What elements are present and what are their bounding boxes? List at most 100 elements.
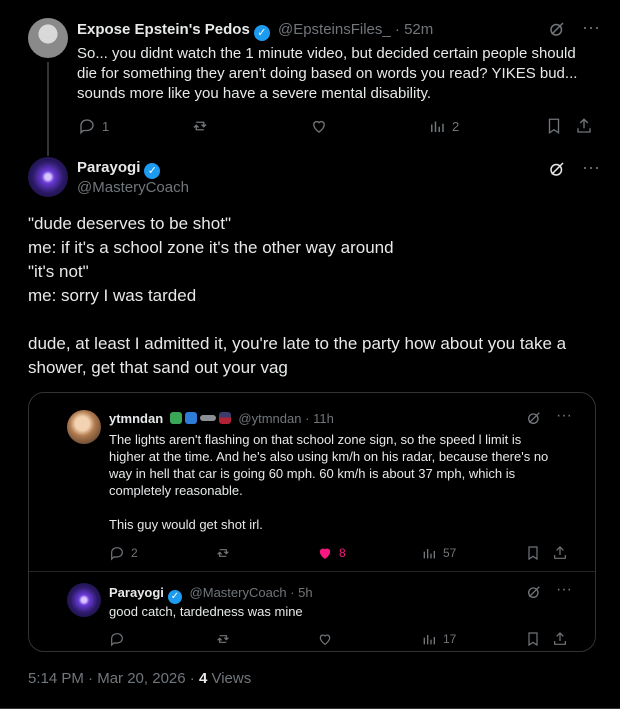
more-options-icon[interactable]: ··· [582, 158, 600, 183]
separator-dot: · [394, 21, 400, 38]
reply-button[interactable]: 1 [78, 117, 109, 135]
share-icon [577, 118, 591, 133]
avatar[interactable] [67, 583, 101, 617]
verified-badge-icon: ✓ [167, 590, 182, 604]
like-button[interactable] [317, 631, 333, 647]
views-label: Views [211, 670, 252, 687]
globe-emoji-icon [169, 412, 182, 424]
tweet-text-line: "dude deserves to be shot" [28, 214, 231, 233]
share-button[interactable] [552, 545, 568, 561]
tweet-header: Parayogi ✓ [77, 159, 161, 179]
handle[interactable]: @ytmndan [238, 411, 301, 426]
avatar[interactable] [67, 410, 101, 444]
tweet-text-line [28, 308, 603, 332]
reply-count: 1 [102, 118, 110, 134]
display-name[interactable]: ytmndan [109, 411, 163, 426]
post-date[interactable]: Mar 20, 2026 [97, 670, 185, 687]
thread-connector-line [47, 62, 49, 156]
tweet-text-line: sounds more like you have a severe menta… [77, 85, 432, 102]
share-button[interactable] [552, 631, 568, 647]
handle[interactable]: @MasteryCoach [77, 179, 189, 196]
views-count: 17 [443, 632, 457, 646]
gun-emoji-icon [199, 415, 216, 421]
grok-icon[interactable] [526, 410, 542, 431]
views-count: 4 [198, 670, 208, 687]
avatar[interactable] [28, 18, 68, 58]
views-button[interactable]: 57 [421, 545, 456, 561]
tweet-text-line: me: sorry I was tarded [28, 286, 197, 305]
tweet-top-actions: ··· [548, 158, 600, 183]
tweet-text-line: shower, get that sand out your vag [28, 358, 288, 377]
tweet-text-line: me: if it's a school zone it's the other… [28, 238, 394, 257]
post-top-actions: ··· [526, 582, 572, 605]
reply-icon [111, 633, 123, 647]
more-options-icon[interactable]: ··· [556, 582, 572, 605]
post-text-line: The lights aren't flashing on that schoo… [109, 432, 522, 447]
repost-button[interactable] [215, 631, 231, 647]
repost-button[interactable] [215, 545, 231, 561]
bookmark-button[interactable] [525, 545, 541, 561]
reply-icon [80, 119, 94, 135]
grok-icon[interactable] [526, 584, 542, 605]
post-header: ytmndan @ytmndan · 11h [109, 411, 334, 426]
share-button[interactable] [575, 117, 593, 135]
analytics-icon [423, 635, 435, 645]
verified-badge-icon: ✓ [144, 163, 161, 179]
like-button[interactable] [310, 117, 328, 135]
grok-icon[interactable] [548, 160, 566, 183]
like-count: 8 [339, 546, 346, 560]
views-count: 57 [443, 546, 457, 560]
post-body: The lights aren't flashing on that schoo… [109, 431, 584, 533]
repost-icon [217, 549, 229, 557]
grok-icon[interactable] [548, 20, 566, 43]
analytics-icon [423, 549, 435, 559]
separator-dot: · [88, 670, 94, 687]
display-name[interactable]: Parayogi [109, 585, 164, 600]
display-name[interactable]: Expose Epstein's Pedos [77, 21, 250, 38]
separator-dot: · [189, 670, 195, 687]
display-name[interactable]: Parayogi [77, 159, 140, 176]
tweet-top-actions: ··· [548, 18, 600, 43]
post-text-line: completely reasonable. [109, 483, 243, 498]
avatar[interactable] [28, 157, 68, 197]
bookmark-icon [528, 546, 538, 561]
post-text-line: way in hell that car is going 60 mph. 60… [109, 466, 516, 481]
tweet-body: So... you didnt watch the 1 minute video… [77, 44, 597, 104]
tweet-body-large: "dude deserves to be shot" me: if it's a… [28, 212, 603, 380]
tweet-text-line: So... you didnt watch the 1 minute video… [77, 45, 576, 62]
tweet-header: Expose Epstein's Pedos ✓ @EpsteinsFiles_ … [77, 21, 433, 41]
verified-badge-icon: ✓ [253, 25, 270, 41]
views-button[interactable]: 2 [428, 117, 459, 135]
timestamp[interactable]: 11h [313, 411, 334, 426]
timestamp[interactable]: 5h [298, 585, 312, 600]
reply-button[interactable]: 2 [109, 545, 138, 561]
share-icon [554, 546, 566, 559]
more-options-icon[interactable]: ··· [582, 18, 600, 43]
post-text-line: higher at the time. And he's also using … [109, 449, 549, 464]
reply-button[interactable] [109, 631, 125, 647]
bookmark-button[interactable] [525, 631, 541, 647]
us-flag-emoji-icon [218, 412, 231, 424]
like-button[interactable]: 8 [317, 545, 346, 561]
heart-filled-icon [319, 548, 331, 559]
handle[interactable]: @EpsteinsFiles_ [278, 21, 391, 38]
post-time[interactable]: 5:14 PM [28, 670, 84, 687]
embedded-thread-card[interactable]: ytmndan @ytmndan · 11h ··· The lights ar… [28, 392, 596, 652]
analytics-icon [431, 121, 444, 132]
bookmark-icon [548, 118, 560, 135]
reply-count: 2 [131, 546, 138, 560]
tweet-meta: 5:14 PM · Mar 20, 2026 · 4 Views [28, 670, 251, 687]
more-options-icon[interactable]: ··· [556, 408, 572, 431]
timestamp[interactable]: 52m [404, 21, 433, 38]
separator-dot: · [305, 411, 310, 426]
bookmark-button[interactable] [545, 117, 563, 135]
post-text-line: This guy would get shot irl. [109, 517, 263, 532]
post-text-line [109, 499, 584, 516]
un-flag-emoji-icon [184, 412, 197, 424]
views-button[interactable]: 17 [421, 631, 456, 647]
bookmark-icon [528, 632, 538, 647]
handle[interactable]: @MasteryCoach [190, 585, 287, 600]
repost-button[interactable] [191, 117, 209, 135]
reply-icon [111, 547, 123, 561]
repost-icon [217, 635, 229, 643]
